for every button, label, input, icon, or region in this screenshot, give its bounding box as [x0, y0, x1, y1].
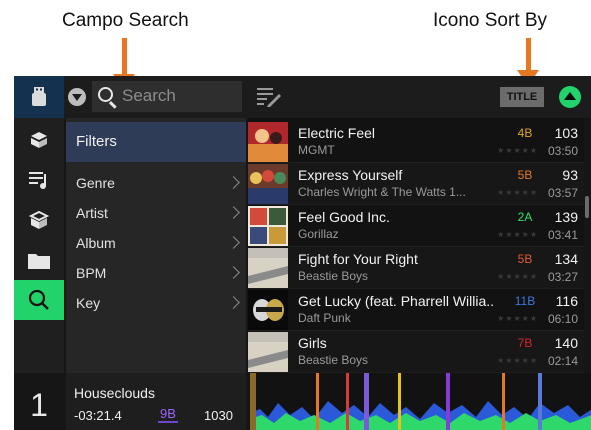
track-title: Fight for Your Right — [298, 251, 418, 267]
track-key: 5B — [517, 252, 533, 266]
sidebar-item-files[interactable] — [14, 240, 64, 280]
filter-item-label: Key — [76, 295, 101, 311]
track-list: Electric Feel MGMT 4B ★★★★★ 103 03:50 Ex… — [248, 118, 584, 373]
deck-bpm: 1030 — [204, 408, 233, 423]
track-bpm: 93 — [562, 167, 578, 183]
track-bpm: 103 — [554, 125, 578, 141]
track-key: 4B — [517, 126, 533, 140]
track-length: 03:41 — [547, 228, 578, 242]
filter-item-key[interactable]: Key — [66, 288, 246, 318]
filter-item-bpm[interactable]: BPM — [66, 258, 246, 288]
device-screen: TITLE — [14, 76, 591, 430]
track-bpm: 116 — [555, 293, 578, 309]
deck-waveform — [250, 373, 591, 430]
track-length: 03:50 — [547, 144, 578, 158]
track-title: Get Lucky (feat. Pharrell Willia... — [298, 293, 493, 309]
album-art — [248, 206, 288, 246]
track-list-scrollbar[interactable] — [585, 196, 589, 218]
filter-item-label: Artist — [76, 205, 108, 221]
album-art — [248, 122, 288, 162]
track-rating: ★★★★★ — [497, 146, 538, 155]
prepare-icon — [29, 210, 49, 229]
track-row[interactable]: Feel Good Inc. Gorillaz 2A ★★★★★ 139 03:… — [248, 205, 584, 247]
track-artist: Daft Punk — [298, 311, 351, 325]
sidebar-item-crates[interactable] — [14, 120, 64, 160]
search-field-callout-label: Campo Search — [62, 10, 189, 31]
track-rating: ★★★★★ — [497, 356, 538, 365]
filter-item-artist[interactable]: Artist — [66, 198, 246, 228]
filter-item-label: Genre — [76, 175, 115, 191]
album-art — [248, 248, 288, 288]
chevron-right-icon — [227, 176, 240, 189]
track-key: 11B — [514, 294, 536, 308]
playlist-icon — [29, 172, 46, 189]
track-rating: ★★★★★ — [497, 230, 538, 239]
track-artist: Beastie Boys — [298, 269, 369, 283]
deck-key: 9B — [158, 406, 178, 423]
track-artist: MGMT — [298, 143, 335, 157]
sidebar-item-playlists[interactable] — [14, 160, 64, 200]
usb-icon — [32, 87, 46, 106]
track-length: 03:57 — [547, 186, 578, 200]
track-artist: Beastie Boys — [298, 353, 369, 367]
sidebar-item-prepare[interactable] — [14, 200, 64, 240]
track-length: 02:14 — [547, 354, 578, 368]
source-sidebar — [14, 118, 64, 373]
chevron-right-icon — [227, 296, 240, 309]
track-bpm: 140 — [554, 335, 578, 351]
deck-track-title: Houseclouds — [74, 385, 155, 401]
track-row[interactable]: Fight for Your Right Beastie Boys 5B ★★★… — [248, 247, 584, 289]
track-artist: Gorillaz — [298, 227, 339, 241]
track-row[interactable]: Express Yourself Charles Wright & The Wa… — [248, 163, 584, 205]
filter-item-label: Album — [76, 235, 116, 251]
track-bpm: 139 — [554, 209, 578, 225]
album-art — [248, 332, 288, 372]
track-title: Express Yourself — [298, 167, 403, 183]
filter-item-label: BPM — [76, 265, 107, 281]
track-length: 03:27 — [547, 270, 578, 284]
deck-time-remaining: -03:21.4 — [74, 408, 122, 423]
track-rating: ★★★★★ — [497, 188, 538, 197]
track-key: 5B — [517, 168, 533, 182]
track-bpm: 134 — [554, 251, 578, 267]
track-rating: ★★★★★ — [497, 272, 538, 281]
search-icon — [98, 87, 113, 102]
deck-number: 1 — [14, 373, 64, 430]
track-title: Feel Good Inc. — [298, 209, 390, 225]
track-row[interactable]: Girls Beastie Boys 7B ★★★★★ 140 02:14 — [248, 331, 584, 373]
filter-item-album[interactable]: Album — [66, 228, 246, 258]
edit-list-icon[interactable] — [256, 86, 282, 108]
chevron-right-icon — [227, 266, 240, 279]
crate-icon — [31, 132, 47, 148]
folder-icon — [28, 254, 50, 269]
sidebar-item-search[interactable] — [14, 280, 64, 320]
dropdown-icon[interactable] — [68, 88, 86, 106]
track-length: 06:10 — [547, 312, 578, 326]
chevron-right-icon — [227, 206, 240, 219]
track-key: 7B — [517, 336, 533, 350]
track-key: 2A — [517, 210, 533, 224]
track-artist: Charles Wright & The Watts 1... — [298, 185, 466, 199]
track-rating: ★★★★★ — [497, 314, 538, 323]
chevron-right-icon — [227, 236, 240, 249]
deck-info: Houseclouds -03:21.4 9B 1030 — [66, 373, 246, 430]
search-field[interactable] — [92, 81, 242, 112]
filters-title[interactable]: Filters — [66, 122, 246, 162]
scroll-up-icon[interactable] — [559, 86, 581, 108]
top-bar: TITLE — [14, 76, 591, 118]
track-title: Girls — [298, 335, 327, 351]
sort-by-callout-label: Icono Sort By — [433, 10, 548, 31]
sort-by-button[interactable]: TITLE — [500, 87, 544, 107]
album-art — [248, 164, 288, 204]
album-art — [248, 290, 288, 330]
search-input[interactable] — [122, 85, 238, 107]
filter-item-genre[interactable]: Genre — [66, 168, 246, 198]
usb-source-button[interactable] — [14, 76, 64, 118]
track-row[interactable]: Get Lucky (feat. Pharrell Willia... Daft… — [248, 289, 584, 331]
filters-panel: Filters Genre Artist Album BPM Key — [66, 118, 246, 373]
track-row[interactable]: Electric Feel MGMT 4B ★★★★★ 103 03:50 — [248, 121, 584, 163]
search-icon — [28, 289, 49, 310]
track-title: Electric Feel — [298, 125, 376, 141]
